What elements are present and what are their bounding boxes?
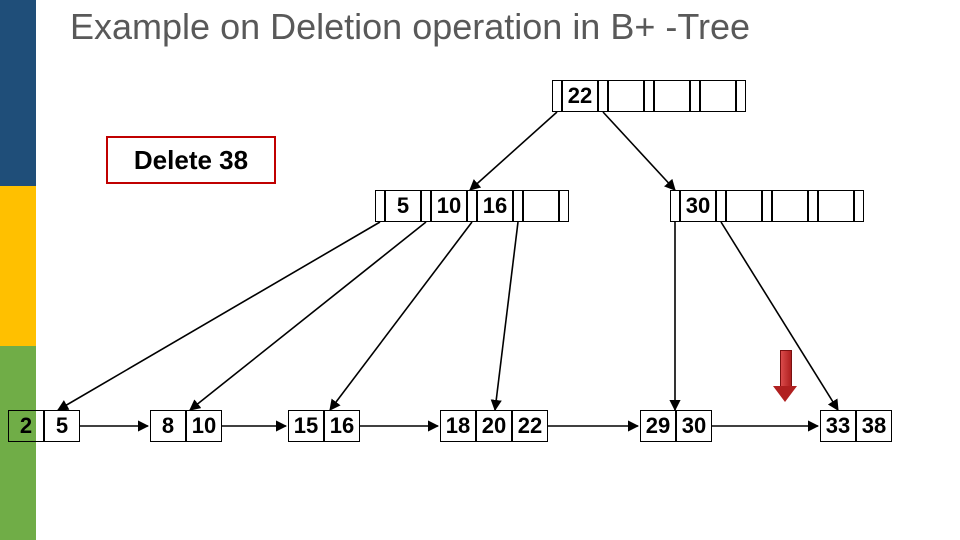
key: 2 xyxy=(8,410,44,442)
key xyxy=(772,190,808,222)
key xyxy=(818,190,854,222)
key xyxy=(654,80,690,112)
key: 10 xyxy=(431,190,467,222)
ptr xyxy=(854,190,864,222)
node-root: 22 xyxy=(552,80,746,112)
ptr xyxy=(421,190,431,222)
ptr xyxy=(762,190,772,222)
key xyxy=(726,190,762,222)
key: 29 xyxy=(640,410,676,442)
ptr xyxy=(559,190,569,222)
node-leaf3: 15 16 xyxy=(288,410,360,442)
ptr xyxy=(644,80,654,112)
ptr xyxy=(598,80,608,112)
stripe-green xyxy=(0,346,36,540)
key: 22 xyxy=(562,80,598,112)
key: 30 xyxy=(676,410,712,442)
slide: Example on Deletion operation in B+ -Tre… xyxy=(0,0,960,540)
node-leaf2: 8 10 xyxy=(150,410,222,442)
ptr xyxy=(808,190,818,222)
ptr xyxy=(716,190,726,222)
node-leaf1: 2 5 xyxy=(8,410,80,442)
key: 10 xyxy=(186,410,222,442)
delete-label: Delete 38 xyxy=(106,136,276,184)
node-mid-right: 30 xyxy=(670,190,864,222)
node-mid-left: 5 10 16 xyxy=(375,190,569,222)
key xyxy=(608,80,644,112)
key: 8 xyxy=(150,410,186,442)
ptr xyxy=(552,80,562,112)
key xyxy=(700,80,736,112)
key: 15 xyxy=(288,410,324,442)
node-leaf6: 33 38 xyxy=(820,410,892,442)
ptr xyxy=(736,80,746,112)
ptr xyxy=(513,190,523,222)
stripe-blue xyxy=(0,0,36,186)
key: 33 xyxy=(820,410,856,442)
key: 38 xyxy=(856,410,892,442)
key: 30 xyxy=(680,190,716,222)
key: 16 xyxy=(324,410,360,442)
page-title: Example on Deletion operation in B+ -Tre… xyxy=(70,6,750,48)
key: 5 xyxy=(44,410,80,442)
ptr xyxy=(690,80,700,112)
node-leaf4: 18 20 22 xyxy=(440,410,548,442)
ptr xyxy=(670,190,680,222)
key: 22 xyxy=(512,410,548,442)
key xyxy=(523,190,559,222)
key: 5 xyxy=(385,190,421,222)
tree-edges xyxy=(0,0,960,540)
stripe-yellow xyxy=(0,186,36,346)
key: 20 xyxy=(476,410,512,442)
ptr xyxy=(467,190,477,222)
key: 18 xyxy=(440,410,476,442)
ptr xyxy=(375,190,385,222)
node-leaf5: 29 30 xyxy=(640,410,712,442)
deletion-arrow-icon xyxy=(776,350,794,400)
key: 16 xyxy=(477,190,513,222)
